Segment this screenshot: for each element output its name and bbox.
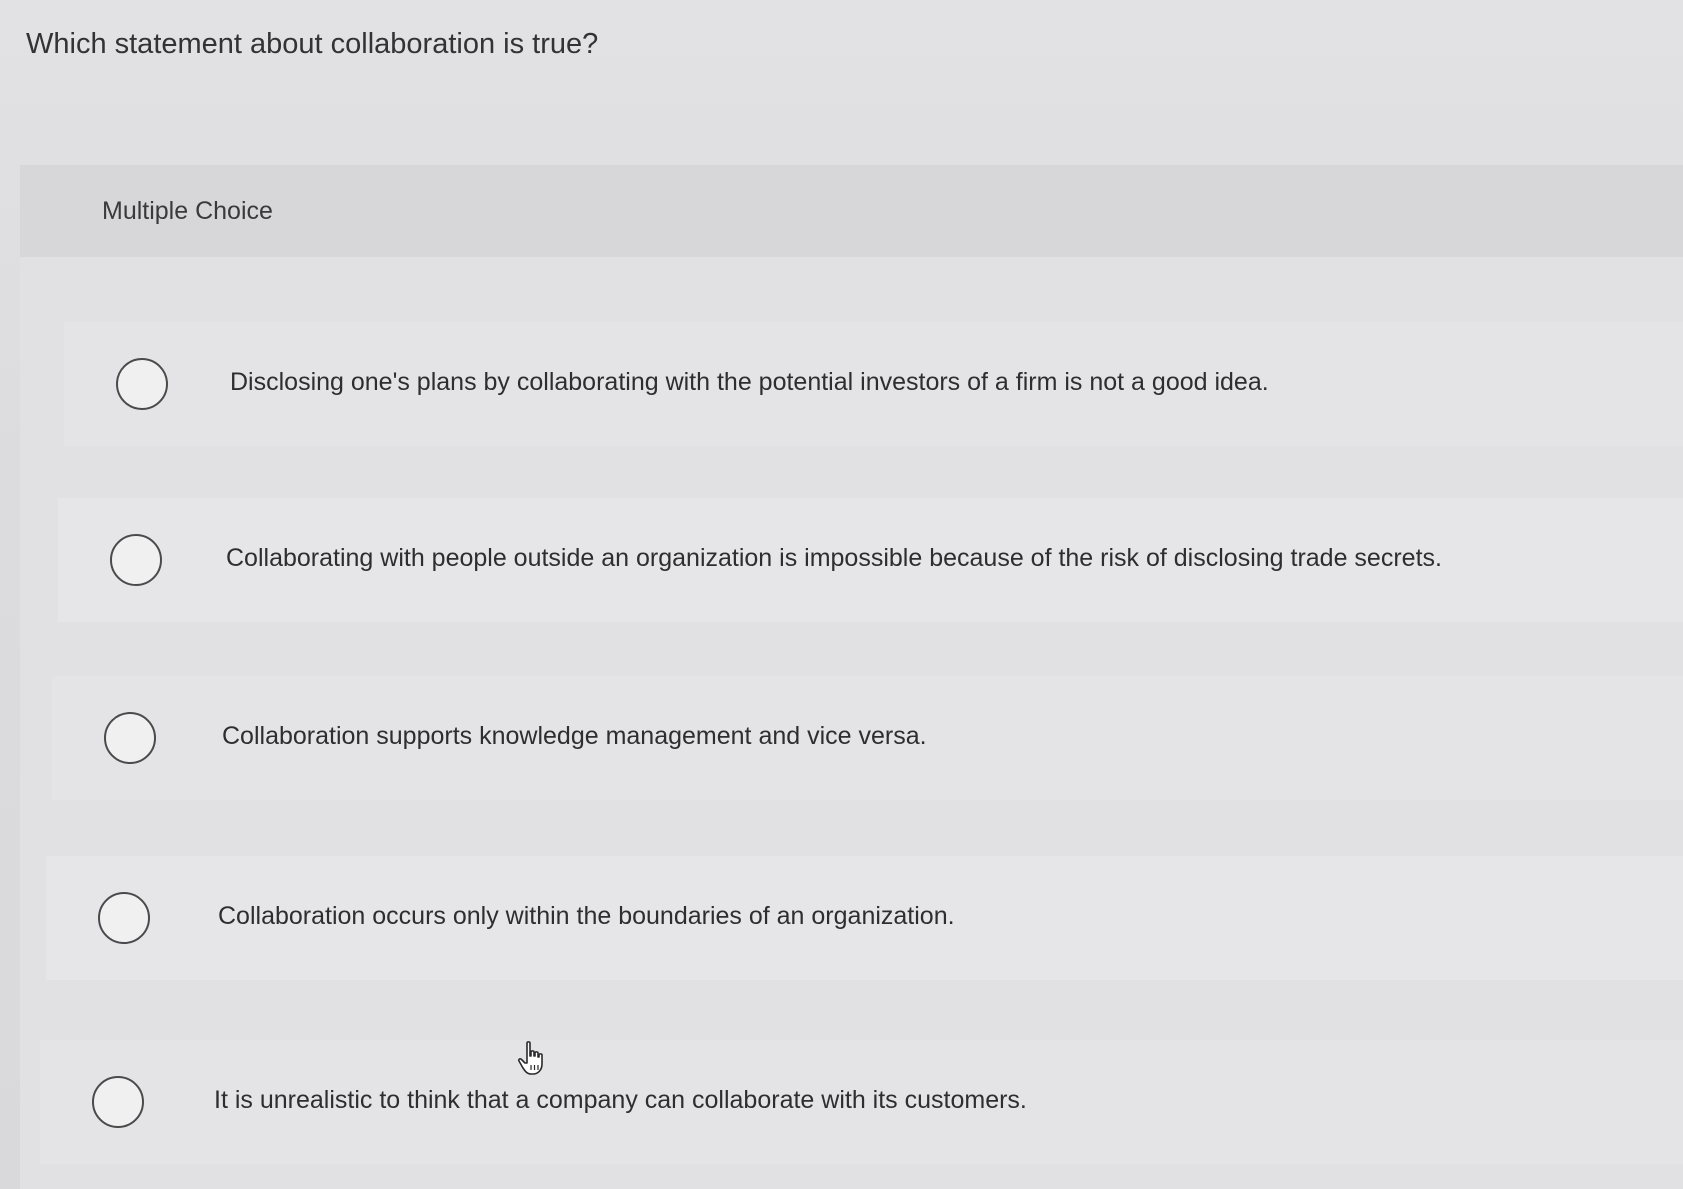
answer-option-5[interactable]: It is unrealistic to think that a compan… (40, 1040, 1683, 1164)
answer-option-2[interactable]: Collaborating with people outside an org… (58, 498, 1683, 622)
hand-pointer-cursor-icon (517, 1041, 543, 1075)
answer-option-label: Collaborating with people outside an org… (226, 544, 1442, 572)
answer-option-1[interactable]: Disclosing one's plans by collaborating … (64, 322, 1683, 446)
multiple-choice-header: Multiple Choice (20, 165, 1683, 257)
answer-option-label: Collaboration supports knowledge managem… (222, 722, 927, 750)
radio-button-empty-icon[interactable] (92, 1076, 144, 1128)
answer-option-label: Collaboration occurs only within the bou… (218, 902, 955, 930)
radio-button-empty-icon[interactable] (104, 712, 156, 764)
answer-option-label: Disclosing one's plans by collaborating … (230, 368, 1269, 396)
answer-option-label: It is unrealistic to think that a compan… (214, 1086, 1027, 1114)
answer-option-4[interactable]: Collaboration occurs only within the bou… (46, 856, 1683, 980)
radio-button-empty-icon[interactable] (116, 358, 168, 410)
radio-button-empty-icon[interactable] (98, 892, 150, 944)
question-text: Which statement about collaboration is t… (26, 28, 599, 60)
radio-button-empty-icon[interactable] (110, 534, 162, 586)
answer-option-3[interactable]: Collaboration supports knowledge managem… (52, 676, 1683, 800)
multiple-choice-label: Multiple Choice (102, 197, 273, 225)
